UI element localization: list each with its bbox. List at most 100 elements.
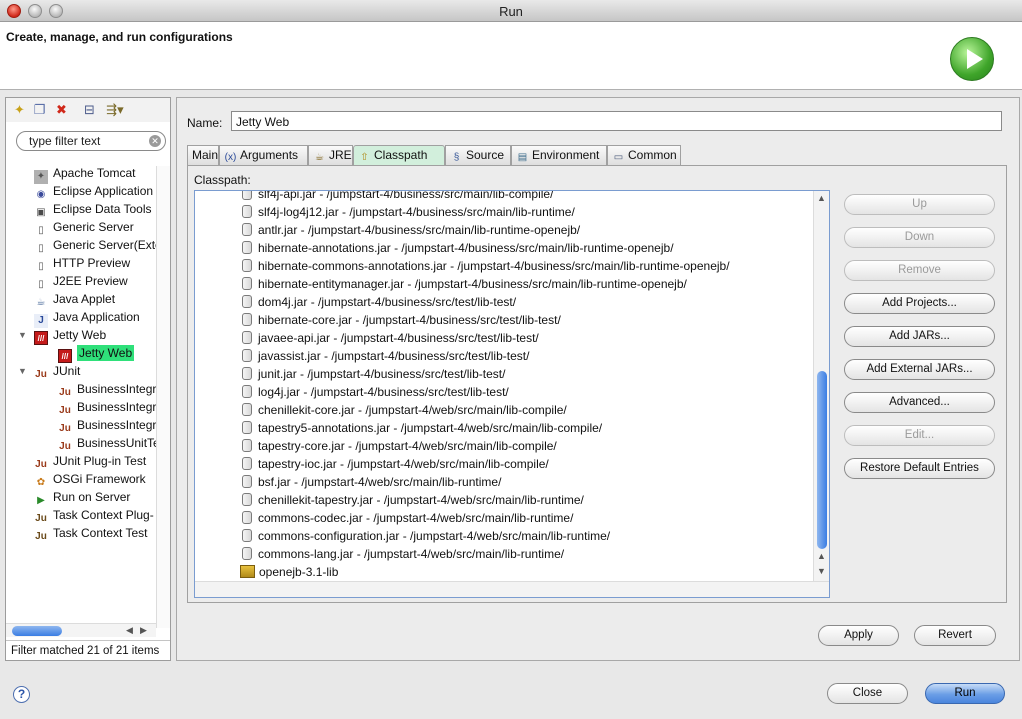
tree-item[interactable]: ☕ Java Applet xyxy=(34,290,115,310)
classpath-entry[interactable]: commons-lang.jar - /jumpstart-4/web/src/… xyxy=(242,545,564,563)
classpath-entry[interactable]: antlr.jar - /jumpstart-4/business/src/ma… xyxy=(242,221,580,239)
tab-main[interactable]: Main xyxy=(187,145,219,165)
classpath-entry[interactable]: javaee-api.jar - /jumpstart-4/business/s… xyxy=(242,329,539,347)
source-icon: § xyxy=(453,152,460,163)
filter-input[interactable]: type filter text ✕ xyxy=(16,131,166,151)
tree-item-label: HTTP Preview xyxy=(53,256,131,270)
duplicate-config-icon[interactable]: ❐ xyxy=(32,102,47,117)
tree-scroll-thumb[interactable] xyxy=(12,626,62,636)
remove-button[interactable]: Remove xyxy=(844,260,995,281)
clear-filter-icon[interactable]: ✕ xyxy=(149,135,161,147)
tree-item[interactable]: ✦ Apache Tomcat xyxy=(34,166,136,184)
tab-common[interactable]: ▭ Common xyxy=(607,145,681,165)
classpath-entry[interactable]: tapestry5-annotations.jar - /jumpstart-4… xyxy=(242,419,602,437)
classpath-entry[interactable]: chenillekit-tapestry.jar - /jumpstart-4/… xyxy=(242,491,584,509)
classpath-entry[interactable]: tapestry-core.jar - /jumpstart-4/web/src… xyxy=(242,437,557,455)
classpath-entry-label: slf4j-api.jar - /jumpstart-4/business/sr… xyxy=(258,190,554,201)
classpath-vertical-scrollbar[interactable]: ▲ ▲ ▼ xyxy=(813,191,829,581)
tree-item[interactable]: Ju JUnit Plug-in Test xyxy=(34,452,147,472)
expand-toggle-icon[interactable]: ▼ xyxy=(18,326,28,344)
add-projects-button[interactable]: Add Projects... xyxy=(844,293,995,314)
classpath-entry[interactable]: commons-codec.jar - /jumpstart-4/web/src… xyxy=(242,509,573,527)
classpath-entry[interactable]: bsf.jar - /jumpstart-4/web/src/main/lib-… xyxy=(242,473,501,491)
tree-item[interactable]: Ju BusinessIntegr xyxy=(58,398,156,418)
tree-item[interactable]: ▣ Eclipse Data Tools xyxy=(34,200,152,220)
tree-item[interactable]: Ju BusinessIntegr xyxy=(58,416,156,436)
close-button[interactable]: Close xyxy=(827,683,908,704)
edit-button[interactable]: Edit... xyxy=(844,425,995,446)
tree-item-label: JUnit xyxy=(53,364,81,378)
tab-source[interactable]: § Source xyxy=(445,145,511,165)
classpath-entry-label: hibernate-commons-annotations.jar - /jum… xyxy=(258,259,730,273)
classpath-entry[interactable]: commons-configuration.jar - /jumpstart-4… xyxy=(242,527,610,545)
classpath-entry[interactable]: hibernate-commons-annotations.jar - /jum… xyxy=(242,257,730,275)
collapse-all-icon[interactable]: ⊟ xyxy=(82,102,97,117)
tree-item[interactable]: ✿ OSGi Framework xyxy=(34,470,146,490)
tree-item[interactable]: ▯ Generic Server xyxy=(34,218,134,238)
classpath-entry[interactable]: chenillekit-core.jar - /jumpstart-4/web/… xyxy=(242,401,567,419)
help-icon[interactable]: ? xyxy=(13,686,30,703)
tree-horizontal-scrollbar[interactable]: ◀ ▶ xyxy=(6,623,156,637)
tree-item[interactable]: ▼ Ju JUnit xyxy=(18,362,81,382)
classpath-entry[interactable]: hibernate-core.jar - /jumpstart-4/busine… xyxy=(242,311,561,329)
up-button[interactable]: Up xyxy=(844,194,995,215)
scroll-right-icon[interactable]: ▶ xyxy=(140,625,147,636)
scroll-left-icon[interactable]: ◀ xyxy=(126,625,133,636)
classpath-horizontal-scrollbar[interactable] xyxy=(195,581,829,597)
tree-item[interactable]: ▯ HTTP Preview xyxy=(34,254,131,274)
tree-item-label: Eclipse Application xyxy=(53,184,154,198)
tab-environment[interactable]: ▤ Environment xyxy=(511,145,607,165)
filter-menu-icon[interactable]: ⇶▾ xyxy=(104,102,126,117)
add-external-jars-button[interactable]: Add External JARs... xyxy=(844,359,995,380)
classpath-scroll-thumb[interactable] xyxy=(817,371,827,549)
classpath-entry[interactable]: slf4j-api.jar - /jumpstart-4/business/sr… xyxy=(242,190,554,203)
scroll-up-icon[interactable]: ▲ xyxy=(817,193,826,203)
run-button[interactable]: Run xyxy=(925,683,1005,704)
classpath-entry[interactable]: slf4j-log4j12.jar - /jumpstart-4/busines… xyxy=(242,203,575,221)
classpath-entry[interactable]: dom4j.jar - /jumpstart-4/business/src/te… xyxy=(242,293,516,311)
classpath-entry-label: commons-lang.jar - /jumpstart-4/web/src/… xyxy=(258,547,565,561)
revert-button[interactable]: Revert xyxy=(914,625,996,646)
tree-item[interactable]: Ju BusinessUnitTe xyxy=(58,434,156,454)
expand-toggle-icon[interactable]: ▼ xyxy=(18,362,28,380)
classpath-entry[interactable]: tapestry-ioc.jar - /jumpstart-4/web/src/… xyxy=(242,455,549,473)
tab-jre[interactable]: ☕ JRE xyxy=(308,145,353,165)
tree-item[interactable]: ▼ /// Jetty Web xyxy=(18,326,107,345)
tree-item-label: Jetty Web xyxy=(53,328,107,342)
tree-item[interactable]: Ju BusinessIntegr xyxy=(58,380,156,400)
tree-item[interactable]: ▶ Run on Server xyxy=(34,488,130,508)
restore-default-entries-button[interactable]: Restore Default Entries xyxy=(844,458,995,479)
launch-config-panel: ✦ ❐ ✖ ⊟ ⇶▾ type filter text ✕ ✦ Apache To… xyxy=(5,97,171,661)
add-jars-button[interactable]: Add JARs... xyxy=(844,326,995,347)
classpath-entry[interactable]: hibernate-entitymanager.jar - /jumpstart… xyxy=(242,275,687,293)
name-field[interactable]: Jetty Web xyxy=(231,111,1002,131)
classpath-entry[interactable]: junit.jar - /jumpstart-4/business/src/te… xyxy=(242,365,505,383)
tree-item[interactable]: ◉ Eclipse Application xyxy=(34,182,154,202)
classpath-entry[interactable]: log4j.jar - /jumpstart-4/business/src/te… xyxy=(242,383,509,401)
tree-item[interactable]: Ju Task Context Test xyxy=(34,524,148,544)
advanced-button[interactable]: Advanced... xyxy=(844,392,995,413)
apply-button[interactable]: Apply xyxy=(818,625,899,646)
tree-item[interactable]: ▯ Generic Server(Exte xyxy=(34,236,156,256)
tree-vertical-scrollbar[interactable] xyxy=(156,166,170,628)
tree-item-label: OSGi Framework xyxy=(53,472,146,486)
tree-item[interactable]: Ju Task Context Plug- xyxy=(34,506,154,526)
delete-config-icon[interactable]: ✖ xyxy=(54,102,69,117)
new-config-icon[interactable]: ✦ xyxy=(12,102,27,117)
scroll-down-icon[interactable]: ▼ xyxy=(817,566,826,576)
tree-item[interactable]: ▯ J2EE Preview xyxy=(34,272,128,292)
tree-item[interactable]: J Java Application xyxy=(34,308,140,328)
scroll-up-icon[interactable]: ▲ xyxy=(817,551,826,561)
classpath-library-entry[interactable]: openejb-3.1-lib xyxy=(240,563,338,581)
classpath-entry-label: javaee-api.jar - /jumpstart-4/business/s… xyxy=(258,331,539,345)
tree-item-label: Task Context Test xyxy=(53,526,148,540)
tab-classpath[interactable]: ⇧ Classpath xyxy=(353,145,445,165)
tab-arguments[interactable]: (x) Arguments xyxy=(219,145,308,165)
classpath-entry[interactable]: hibernate-annotations.jar - /jumpstart-4… xyxy=(242,239,674,257)
classpath-entry[interactable]: javassist.jar - /jumpstart-4/business/sr… xyxy=(242,347,529,365)
classpath-list[interactable]: ▲ ▲ ▼ slf4j-api.jar - /jumpstart-4/busin… xyxy=(194,190,830,598)
jar-icon xyxy=(242,349,252,362)
down-button[interactable]: Down xyxy=(844,227,995,248)
tree-item-label: JUnit Plug-in Test xyxy=(53,454,147,468)
tree-item[interactable]: /// Jetty Web xyxy=(58,344,135,363)
